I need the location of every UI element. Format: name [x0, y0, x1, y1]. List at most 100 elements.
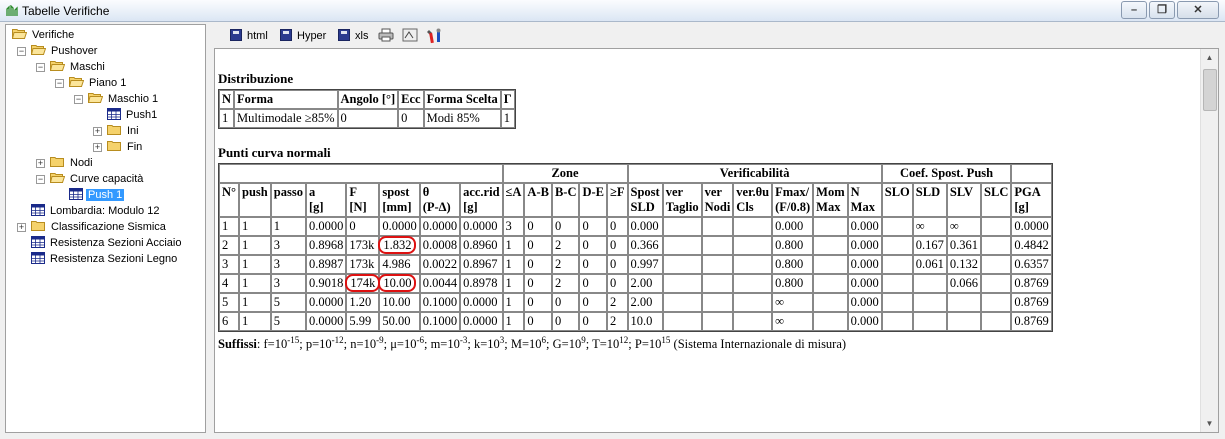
tree-item[interactable]: Classificazione Sismica — [31, 219, 168, 235]
exponent: -15 — [287, 335, 300, 345]
export-html-button[interactable]: html — [230, 28, 268, 44]
maximize-button[interactable]: ❐ — [1149, 1, 1175, 19]
table-cell — [662, 274, 702, 293]
expand-icon[interactable]: + — [93, 127, 102, 136]
header-text: Spost — [630, 185, 660, 199]
print-button[interactable] — [378, 28, 394, 44]
table-cell: 0.000 — [847, 255, 882, 274]
tree-item[interactable]: Verifiche — [12, 27, 76, 43]
table-cell: 0.167 — [912, 236, 947, 255]
folder-open-icon — [88, 92, 103, 103]
header-text: spost — [382, 185, 410, 199]
table-header: PGA [g] — [1011, 183, 1052, 217]
table-header: acc.rid [g] — [460, 183, 503, 217]
table-cell: 2.00 — [627, 293, 663, 312]
scroll-thumb[interactable] — [1203, 69, 1217, 111]
table-cell: ∞ — [946, 217, 982, 236]
table-header: Forma Scelta — [423, 90, 501, 109]
table-icon — [69, 188, 83, 200]
scroll-up-icon[interactable]: ▲ — [1201, 49, 1218, 66]
splitter[interactable] — [207, 24, 213, 433]
header-text: [N] — [349, 200, 367, 214]
vertical-scrollbar[interactable]: ▲ ▼ — [1200, 49, 1218, 432]
table-cell: 0.0000 — [1011, 217, 1052, 236]
header-text: SLC — [984, 185, 1009, 199]
table-cell — [662, 293, 702, 312]
expand-icon[interactable]: + — [36, 159, 45, 168]
table-cell — [701, 312, 734, 331]
exponent: -3 — [459, 335, 468, 345]
tree-item[interactable]: Push 1 — [69, 187, 125, 203]
header-text: [mm] — [382, 200, 412, 214]
table-header: θ (P-Δ) — [419, 183, 461, 217]
tree-item[interactable]: Fin — [107, 139, 144, 155]
header-text: passo — [273, 185, 303, 199]
collapse-icon[interactable]: − — [36, 63, 45, 72]
collapse-icon[interactable]: − — [55, 79, 64, 88]
table-cell — [912, 312, 947, 331]
table-header: Forma — [234, 90, 338, 109]
table-cell: 0 — [551, 312, 580, 331]
header-text: ≥F — [610, 185, 625, 199]
expand-icon[interactable]: + — [93, 143, 102, 152]
folder-open-icon — [50, 172, 65, 183]
table-cell: 1 — [502, 236, 525, 255]
collapse-icon[interactable]: − — [74, 95, 83, 104]
folder-open-icon — [31, 44, 46, 55]
table-cell: Modi 85% — [423, 109, 501, 128]
exponent: 3 — [499, 335, 505, 345]
close-button[interactable]: ✕ — [1177, 1, 1219, 19]
table-cell: 6 — [219, 312, 240, 331]
tree-item[interactable]: Nodi — [50, 155, 95, 171]
tree-item-label: Verifiche — [32, 29, 75, 41]
tree-item[interactable]: Ini — [107, 123, 141, 139]
tree-item[interactable]: Curve capacità — [50, 171, 145, 187]
table-cell — [981, 293, 1012, 312]
table-cell: 0.8987 — [305, 255, 347, 274]
tree-item[interactable]: Push1 — [107, 107, 159, 123]
table-cell: 0.0044 — [419, 274, 461, 293]
table-cell: 1 — [239, 274, 271, 293]
tree-item[interactable]: Maschio 1 — [88, 91, 160, 107]
header-text: ver.θu — [736, 185, 770, 199]
exponent: -12 — [331, 335, 344, 345]
table-header: passo — [270, 183, 306, 217]
scroll-down-icon[interactable]: ▼ — [1201, 415, 1218, 432]
minimize-button[interactable]: – — [1121, 1, 1147, 19]
table-cell — [701, 255, 734, 274]
exponent: 6 — [541, 335, 547, 345]
table-cell: 0.8769 — [1011, 274, 1052, 293]
tree-item[interactable]: Lombardia: Modulo 12 — [31, 203, 161, 219]
table-cell: 0.000 — [627, 217, 663, 236]
table-cell — [733, 236, 773, 255]
table-icon — [31, 204, 45, 216]
table-cell: 0.800 — [772, 274, 814, 293]
collapse-icon[interactable]: − — [36, 175, 45, 184]
printer-icon — [378, 28, 394, 42]
collapse-icon[interactable]: − — [17, 47, 26, 56]
table-cell: 0.061 — [912, 255, 947, 274]
tree-item[interactable]: Pushover — [31, 43, 99, 59]
tree-item[interactable]: Piano 1 — [69, 75, 128, 91]
export-xls-button[interactable]: xls — [338, 28, 368, 44]
table-cell: 0 — [551, 217, 580, 236]
dxf-button[interactable] — [402, 28, 418, 44]
header-text: SLD — [915, 185, 941, 199]
tree-item[interactable]: Maschi — [50, 59, 107, 75]
table-cell: 0.8968 — [305, 236, 347, 255]
tree-item[interactable]: Resistenza Sezioni Legno — [31, 251, 179, 267]
table-cell: 1 — [500, 109, 515, 128]
table-cell: 3 — [219, 255, 240, 274]
tree-view[interactable]: Verifiche Pushover − Maschi − Piano 1− Maschio… — [5, 24, 206, 433]
table-cell: 10.00 — [378, 274, 420, 293]
table-cell: 0.0008 — [419, 236, 461, 255]
tree-item-label: Ini — [127, 125, 139, 137]
expand-icon[interactable]: + — [17, 223, 26, 232]
export-hyper-button[interactable]: Hyper — [280, 28, 326, 44]
tree-item[interactable]: Resistenza Sezioni Acciaio — [31, 235, 183, 251]
settings-button[interactable] — [426, 28, 444, 44]
table-cell: 0 — [607, 274, 628, 293]
table-cell: 2 — [551, 274, 580, 293]
report-view[interactable]: Distribuzione N Forma Angolo [°] Ecc Forma S… — [214, 48, 1219, 433]
tree-item-label: Lombardia: Modulo 12 — [50, 205, 160, 217]
